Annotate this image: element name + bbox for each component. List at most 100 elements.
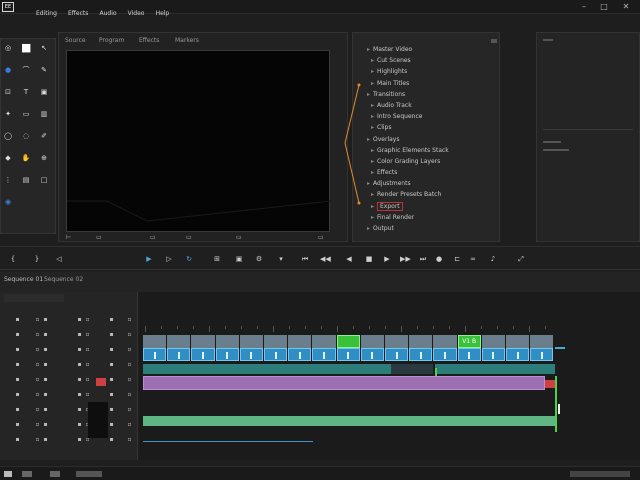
tree-item[interactable]: ▸ Transitions bbox=[367, 90, 495, 100]
tab-source[interactable]: Source bbox=[65, 37, 86, 45]
teal-clip[interactable] bbox=[435, 364, 555, 374]
stop-icon[interactable]: ■ bbox=[364, 254, 374, 264]
tree-expand-icon[interactable]: ▸ bbox=[371, 68, 374, 75]
tree-item[interactable]: ▸ Main Titles bbox=[367, 79, 495, 89]
video-clip[interactable] bbox=[288, 335, 312, 361]
video-clip[interactable]: V1 B bbox=[457, 335, 481, 361]
tab-effects[interactable]: Effects bbox=[139, 37, 159, 45]
menu-item-video[interactable]: Video bbox=[128, 7, 145, 21]
status-icon[interactable] bbox=[22, 471, 32, 477]
tree-expand-icon[interactable]: ▸ bbox=[371, 203, 374, 210]
track-control-icon[interactable]: ▫ bbox=[126, 361, 133, 368]
menu-item-editing[interactable]: Editing bbox=[36, 7, 57, 21]
video-clip[interactable] bbox=[239, 335, 263, 361]
minimize-icon[interactable]: – bbox=[576, 0, 592, 14]
video-clip[interactable] bbox=[360, 335, 384, 361]
tree-expand-icon[interactable]: ▸ bbox=[371, 147, 374, 154]
fullscreen-icon[interactable]: ⤢ bbox=[516, 254, 526, 264]
tree-expand-icon[interactable]: ▸ bbox=[371, 102, 374, 109]
record-badge[interactable] bbox=[96, 378, 106, 386]
play-back-icon[interactable]: ◀ bbox=[344, 254, 354, 264]
export-frame-icon[interactable]: ▣ bbox=[234, 254, 244, 264]
tree-item[interactable]: ▸ Master Video bbox=[367, 45, 495, 55]
program-monitor-screen[interactable] bbox=[66, 50, 331, 232]
track-header-search[interactable] bbox=[4, 294, 64, 302]
brush-icon[interactable]: ✐ bbox=[39, 131, 49, 141]
track-control-icon[interactable]: ▫ bbox=[126, 421, 133, 428]
timeline-ruler[interactable] bbox=[139, 292, 640, 332]
track-control-icon[interactable]: ▪ bbox=[14, 346, 21, 353]
arrow-icon[interactable]: ↖ bbox=[39, 43, 49, 53]
tree-item[interactable]: ▸ Audio Track bbox=[367, 101, 495, 111]
video-clip[interactable] bbox=[336, 335, 360, 361]
video-clip[interactable] bbox=[264, 335, 288, 361]
rect-icon[interactable]: ▭ bbox=[21, 109, 31, 119]
track-control-icon[interactable]: ▪ bbox=[42, 436, 49, 443]
video-clip[interactable] bbox=[167, 335, 191, 361]
tab-program[interactable]: Program bbox=[99, 37, 124, 45]
mark-in-icon[interactable]: { bbox=[8, 254, 18, 264]
globe-icon[interactable]: ◉ bbox=[3, 197, 13, 207]
track-control-icon[interactable]: ▫ bbox=[34, 406, 41, 413]
tree-expand-icon[interactable]: ▸ bbox=[367, 180, 370, 187]
shape-icon[interactable]: ◆ bbox=[3, 153, 13, 163]
color-swatch-icon[interactable]: ■ bbox=[21, 42, 31, 53]
tree-item[interactable]: ▸ Adjustments bbox=[367, 179, 495, 189]
audio-clip-end-marker[interactable] bbox=[545, 380, 555, 388]
tree-item[interactable]: ▸ Cut Scenes bbox=[367, 56, 495, 66]
tree-item[interactable]: ▸ Intro Sequence bbox=[367, 112, 495, 122]
track-control-icon[interactable]: ▪ bbox=[76, 331, 83, 338]
tree-item[interactable]: ▸ Overlays bbox=[367, 135, 495, 145]
tree-item[interactable]: ▸ Graphic Elements Stack bbox=[367, 146, 495, 156]
video-clip[interactable] bbox=[143, 335, 167, 361]
tab-sequence-01[interactable]: Sequence 01 bbox=[4, 276, 43, 284]
tree-item[interactable]: ▸ Output bbox=[367, 224, 495, 234]
maximize-icon[interactable]: □ bbox=[596, 0, 612, 14]
track-control-icon[interactable]: ▪ bbox=[76, 406, 83, 413]
ellipse-icon[interactable]: ◯ bbox=[3, 131, 13, 141]
tree-expand-icon[interactable]: ▸ bbox=[371, 57, 374, 64]
track-control-icon[interactable]: ▫ bbox=[34, 346, 41, 353]
go-end-icon[interactable]: ⏭ bbox=[418, 254, 428, 264]
track-control-icon[interactable]: ▪ bbox=[108, 376, 115, 383]
track-control-icon[interactable]: ▪ bbox=[108, 331, 115, 338]
track-control-icon[interactable]: ▪ bbox=[42, 361, 49, 368]
record-icon[interactable]: ● bbox=[434, 254, 444, 264]
mini-control-icon[interactable]: ⊢ bbox=[66, 234, 71, 242]
audio-clip-purple[interactable] bbox=[143, 376, 545, 390]
tree-expand-icon[interactable]: ▸ bbox=[371, 158, 374, 165]
tree-expand-icon[interactable]: ▸ bbox=[371, 124, 374, 131]
square-icon[interactable]: □ bbox=[39, 175, 49, 185]
tree-item[interactable]: ▸ Effects bbox=[367, 168, 495, 178]
track-control-icon[interactable]: ▫ bbox=[34, 436, 41, 443]
play-fwd-icon[interactable]: ▶ bbox=[382, 254, 392, 264]
status-icon[interactable] bbox=[50, 471, 60, 477]
track-control-icon[interactable]: ▫ bbox=[34, 376, 41, 383]
track-control-icon[interactable]: ▫ bbox=[34, 331, 41, 338]
track-control-icon[interactable]: ▪ bbox=[14, 361, 21, 368]
track-control-icon[interactable]: ▪ bbox=[14, 406, 21, 413]
track-control-icon[interactable]: ▪ bbox=[42, 421, 49, 428]
mark-out-icon[interactable]: } bbox=[32, 254, 42, 264]
lasso-icon[interactable]: ⌒ bbox=[21, 65, 31, 75]
track-control-icon[interactable]: ▫ bbox=[84, 331, 91, 338]
safe-margins-icon[interactable]: ⊞ bbox=[212, 254, 222, 264]
track-control-icon[interactable]: ▫ bbox=[126, 436, 133, 443]
audio-clip-green[interactable] bbox=[143, 416, 555, 426]
zoom-slider[interactable] bbox=[570, 471, 630, 477]
video-clip[interactable] bbox=[409, 335, 433, 361]
track-control-icon[interactable]: ▫ bbox=[126, 406, 133, 413]
track-control-icon[interactable]: ▪ bbox=[42, 346, 49, 353]
tree-item[interactable]: ▸ Final Render bbox=[367, 213, 495, 223]
track-control-icon[interactable]: ▪ bbox=[14, 376, 21, 383]
track-control-icon[interactable]: ▪ bbox=[76, 421, 83, 428]
track-control-icon[interactable]: ▫ bbox=[126, 331, 133, 338]
track-control-icon[interactable]: ▫ bbox=[126, 316, 133, 323]
close-icon[interactable]: ✕ bbox=[618, 0, 634, 14]
video-clip[interactable] bbox=[385, 335, 409, 361]
track-control-icon[interactable]: ▫ bbox=[34, 421, 41, 428]
video-clip[interactable] bbox=[506, 335, 530, 361]
playhead[interactable] bbox=[555, 376, 557, 432]
tree-expand-icon[interactable]: ▸ bbox=[371, 169, 374, 176]
track-control-icon[interactable]: ▫ bbox=[126, 346, 133, 353]
